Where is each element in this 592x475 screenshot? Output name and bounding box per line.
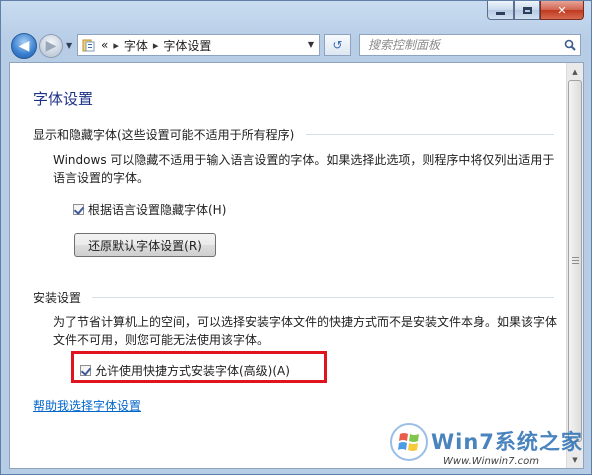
search-box <box>359 34 581 56</box>
refresh-button[interactable]: ↺ <box>324 34 351 56</box>
close-icon: ✕ <box>557 3 567 17</box>
restore-default-fonts-button[interactable]: 还原默认字体设置(R) <box>74 233 216 257</box>
search-icon[interactable] <box>560 39 580 51</box>
section-heading-show-hide: 显示和隐藏字体(这些设置可能不适用于所有程序) <box>33 128 295 142</box>
address-bar[interactable]: « ▸ 字体 ▸ 字体设置 ▼ <box>77 34 320 56</box>
explorer-window: ✕ ◀ ▶ ▼ « ▸ 字体 ▸ 字体设置 ▼ ↺ 搜索控制面板 字体设置 显示… <box>0 0 592 475</box>
windows-logo-icon <box>389 422 429 462</box>
hide-fonts-checkbox[interactable] <box>73 204 85 215</box>
search-input[interactable] <box>360 37 560 53</box>
watermark-brand: Win7系统之家 <box>431 430 583 454</box>
breadcrumb-separator-icon: ▸ <box>152 38 159 52</box>
checkmark-icon <box>73 204 85 215</box>
minimize-button[interactable] <box>487 1 514 20</box>
page-title: 字体设置 <box>33 90 94 108</box>
refresh-icon: ↺ <box>332 38 343 52</box>
breadcrumb-fonts[interactable]: 字体 <box>124 37 148 54</box>
hide-fonts-checkbox-row[interactable]: 根据语言设置隐藏字体(H) <box>73 201 226 218</box>
vertical-scrollbar[interactable]: ▲ ▼ <box>566 63 583 468</box>
back-arrow-icon: ◀ <box>18 38 30 54</box>
address-dropdown-icon[interactable]: ▼ <box>308 40 314 49</box>
scrollbar-thumb[interactable] <box>568 80 582 442</box>
section-description-show-hide: Windows 可以隐藏不适用于输入语言设置的字体。如果选择此选项，则程序中将仅… <box>53 153 555 185</box>
back-button[interactable]: ◀ <box>11 33 37 59</box>
grip-icon <box>572 257 579 264</box>
forward-arrow-icon: ▶ <box>45 38 57 54</box>
section-heading-install: 安装设置 <box>33 291 82 305</box>
maximize-button[interactable] <box>514 1 540 20</box>
breadcrumb-font-settings[interactable]: 字体设置 <box>163 37 211 54</box>
control-panel-folder-icon <box>82 39 96 52</box>
section-divider <box>92 297 554 298</box>
section-description-install: 为了节省计算机上的空间，可以选择安装字体文件的快捷方式而不是安装文件本身。如果该… <box>53 315 558 347</box>
close-button[interactable]: ✕ <box>540 1 584 20</box>
watermark-url: Www.Winwin7.com <box>443 456 539 467</box>
forward-button[interactable]: ▶ <box>39 34 63 58</box>
caption-buttons: ✕ <box>487 1 584 20</box>
watermark: Win7系统之家 Www.Winwin7.com <box>387 422 587 470</box>
breadcrumb-separator-icon: ▸ <box>113 38 119 52</box>
content-pane: 字体设置 显示和隐藏字体(这些设置可能不适用于所有程序) Windows 可以隐… <box>9 62 584 469</box>
maximize-icon <box>522 6 532 14</box>
hide-fonts-checkbox-label: 根据语言设置隐藏字体(H) <box>88 203 227 217</box>
minimize-icon <box>496 11 505 15</box>
highlight-annotation-box <box>71 351 327 383</box>
recent-pages-dropdown-icon[interactable]: ▼ <box>66 41 72 50</box>
help-link[interactable]: 帮助我选择字体设置 <box>33 397 141 414</box>
section-divider <box>306 134 554 135</box>
breadcrumb-overflow[interactable]: « <box>101 38 108 52</box>
scroll-up-icon[interactable]: ▲ <box>567 63 583 80</box>
